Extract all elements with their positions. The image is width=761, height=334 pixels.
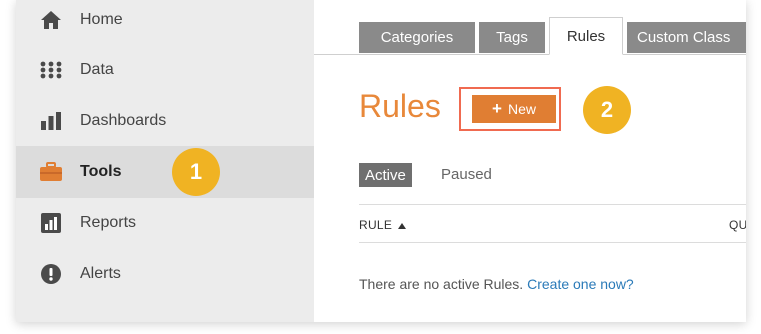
- column-header-rule-label: RULE: [359, 218, 393, 232]
- app-window: Home Data Dashboards Tools Reports Alert…: [16, 0, 746, 322]
- plus-icon: +: [492, 99, 502, 118]
- sidebar-item-reports[interactable]: Reports: [16, 197, 314, 249]
- divider: [359, 204, 746, 205]
- sidebar-item-dashboards[interactable]: Dashboards: [16, 95, 314, 147]
- empty-state-text: There are no active Rules.: [359, 276, 524, 292]
- new-button-label: New: [507, 101, 536, 117]
- tab-tags[interactable]: Tags: [479, 22, 545, 53]
- sidebar-item-label: Dashboards: [80, 112, 167, 129]
- briefcase-icon: [39, 160, 63, 184]
- main-content: Categories Tags Rules Custom Class Rules…: [314, 0, 746, 322]
- page-title: Rules: [359, 88, 441, 124]
- step-badge-2: 2: [583, 86, 631, 134]
- column-header-rule[interactable]: RULE: [359, 218, 407, 232]
- empty-state-message: There are no active Rules. Create one no…: [359, 276, 634, 292]
- sidebar-item-label: Home: [80, 11, 123, 28]
- sidebar-item-label: Data: [80, 61, 114, 78]
- tab-categories[interactable]: Categories: [359, 22, 475, 53]
- alert-icon: [39, 262, 63, 286]
- bar-chart-icon: [39, 109, 63, 133]
- create-rule-link[interactable]: Create one now?: [527, 276, 634, 292]
- column-header-second[interactable]: QU: [729, 218, 746, 232]
- sidebar-item-data[interactable]: Data: [16, 44, 314, 96]
- new-rule-button[interactable]: + New: [472, 95, 556, 123]
- tab-bar: Categories Tags Rules Custom Class: [314, 0, 746, 55]
- report-icon: [39, 211, 63, 235]
- tab-custom-class[interactable]: Custom Class: [627, 22, 746, 53]
- sidebar-item-label: Tools: [80, 163, 122, 180]
- step-badge-1: 1: [172, 148, 220, 196]
- sidebar-item-tools[interactable]: Tools: [16, 146, 314, 198]
- sidebar-item-alerts[interactable]: Alerts: [16, 248, 314, 300]
- filter-active[interactable]: Active: [359, 163, 412, 187]
- divider: [359, 242, 746, 243]
- grid-icon: [39, 58, 63, 82]
- sidebar: Home Data Dashboards Tools Reports Alert…: [16, 0, 314, 322]
- sidebar-item-home[interactable]: Home: [16, 0, 314, 46]
- sort-ascending-icon: [398, 222, 407, 229]
- tab-rules[interactable]: Rules: [549, 17, 623, 55]
- sidebar-item-label: Alerts: [80, 265, 121, 282]
- filter-paused[interactable]: Paused: [441, 166, 492, 183]
- sidebar-item-label: Reports: [80, 214, 137, 231]
- home-icon: [39, 8, 63, 32]
